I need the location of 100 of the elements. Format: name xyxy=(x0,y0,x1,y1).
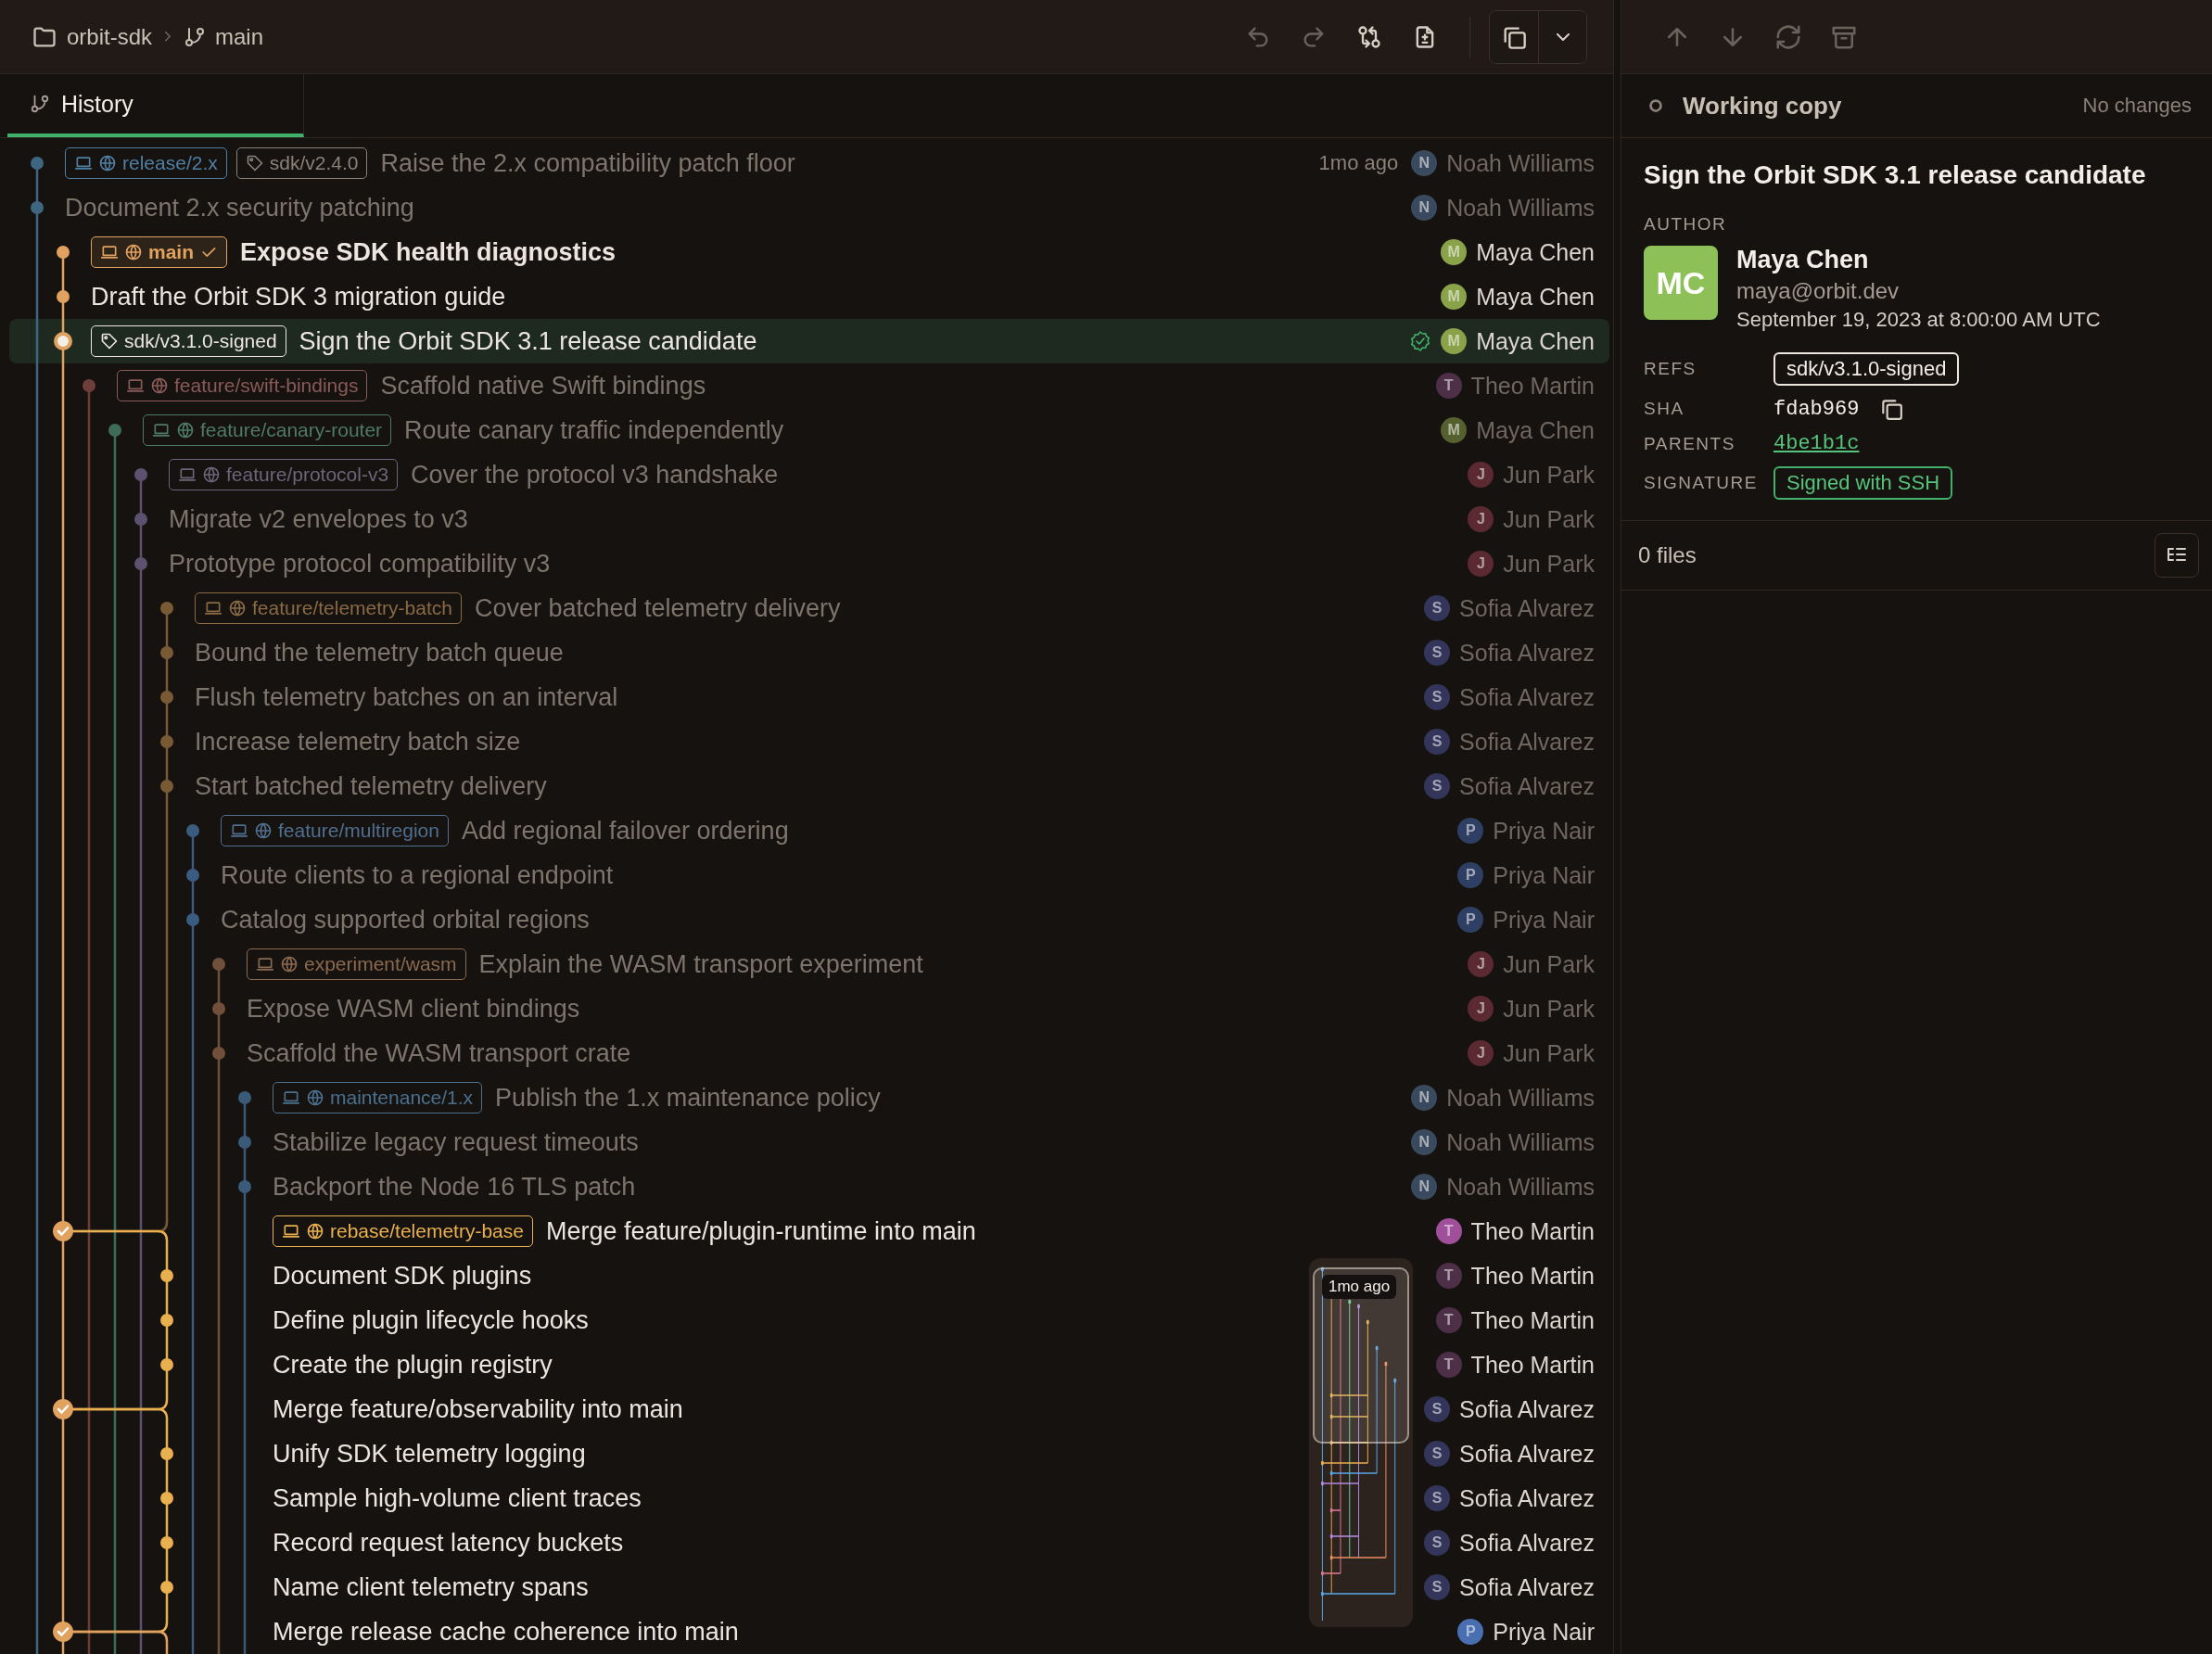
author-name: Sofia Alvarez xyxy=(1459,1484,1595,1512)
globe-icon xyxy=(306,1088,324,1107)
parent-link[interactable]: 4be1b1c xyxy=(1773,432,1860,455)
author-avatar: S xyxy=(1424,1396,1451,1422)
branch-label[interactable]: feature/telemetry-batch xyxy=(195,592,462,624)
laptop-icon xyxy=(282,1088,300,1107)
commit-message: Document 2.x security patching xyxy=(65,193,414,223)
globe-icon xyxy=(254,821,273,840)
author-name: Priya Nair xyxy=(1493,861,1595,889)
laptop-icon xyxy=(178,465,197,484)
tree-view-button[interactable] xyxy=(2155,533,2199,578)
branch-label[interactable]: feature/canary-router xyxy=(143,414,392,446)
author-name: Maya Chen xyxy=(1476,327,1595,355)
commit-message: Catalog supported orbital regions xyxy=(221,905,590,935)
tag-icon xyxy=(100,332,119,350)
tag-label[interactable]: sdk/v3.1.0-signed xyxy=(91,325,286,357)
author-name: Jun Park xyxy=(1503,505,1595,533)
refresh-icon xyxy=(1774,22,1802,51)
author-avatar: S xyxy=(1424,729,1451,755)
author-name: Priya Nair xyxy=(1493,906,1595,934)
commit-message: Cover the protocol v3 handshake xyxy=(411,460,779,490)
author-name: Maya Chen xyxy=(1736,246,1870,274)
field-label: SIGNATURE xyxy=(1644,473,1759,493)
chevron-right-icon xyxy=(165,32,172,42)
working-copy-status: No changes xyxy=(2082,94,2192,118)
author-avatar: M xyxy=(1441,328,1468,354)
author-email: maya@orbit.dev xyxy=(1736,278,1901,304)
branch-label[interactable]: experiment/wasm xyxy=(247,948,466,980)
author-name: Theo Martin xyxy=(1470,1306,1595,1334)
repository-breadcrumb[interactable]: orbit-sdk xyxy=(32,23,153,50)
commit-message: Name client telemetry spans xyxy=(273,1572,589,1602)
author-avatar: J xyxy=(1468,951,1494,977)
author-name: Sofia Alvarez xyxy=(1459,772,1595,800)
author-avatar: J xyxy=(1468,996,1494,1022)
author-name: Maya Chen xyxy=(1476,238,1595,266)
copy-button[interactable] xyxy=(1879,397,1904,421)
minimap-panel[interactable]: 1mo ago xyxy=(1309,1258,1413,1627)
author-avatar: S xyxy=(1424,773,1451,799)
author-name: Noah Williams xyxy=(1446,1173,1595,1201)
commit-message: Merge release cache coherence into main xyxy=(273,1617,739,1647)
commit-message: Document SDK plugins xyxy=(273,1261,532,1291)
author-name: Sofia Alvarez xyxy=(1459,1395,1595,1423)
history-tab[interactable]: History xyxy=(7,74,304,137)
tag-label[interactable]: sdk/v3.1.0-signed xyxy=(1773,352,1960,386)
commit-message: Record request latency buckets xyxy=(273,1528,624,1558)
branch-label[interactable]: feature/multiregion xyxy=(221,815,449,846)
author-avatar: S xyxy=(1424,1441,1451,1467)
author-name: Theo Martin xyxy=(1470,1262,1595,1290)
author-avatar: S xyxy=(1424,1485,1451,1511)
branch-label[interactable]: main xyxy=(91,236,227,268)
author-name: Maya Chen xyxy=(1476,416,1595,444)
globe-icon xyxy=(124,243,143,261)
commit-message: Add regional failover ordering xyxy=(461,816,789,846)
author-name: Theo Martin xyxy=(1470,372,1595,400)
author-avatar: T xyxy=(1435,1352,1462,1378)
author-name: Noah Williams xyxy=(1446,1128,1595,1156)
selected-commit-row[interactable]: sdk/v3.1.0-signed Sign the Orbit SDK 3.1 release candidate M Maya Chen xyxy=(9,319,1609,363)
author-name: Sofia Alvarez xyxy=(1459,1529,1595,1557)
working-copy-label[interactable]: Working copy xyxy=(1683,91,1842,121)
branch-label[interactable]: release/2.x xyxy=(65,147,227,179)
commit-message: Increase telemetry batch size xyxy=(195,727,521,757)
commit-message: Route clients to a regional endpoint xyxy=(221,860,614,890)
author-name: Maya Chen xyxy=(1476,283,1595,311)
globe-icon xyxy=(176,421,195,439)
author-avatar: P xyxy=(1457,907,1484,933)
author-name: Sofia Alvarez xyxy=(1459,639,1595,667)
author-avatar: T xyxy=(1435,1218,1462,1244)
laptop-icon xyxy=(74,154,93,172)
tag-label[interactable]: sdk/v2.4.0 xyxy=(235,147,368,179)
author-name: Sofia Alvarez xyxy=(1459,683,1595,711)
branch-label[interactable]: maintenance/1.x xyxy=(273,1082,483,1113)
author-name: Noah Williams xyxy=(1446,1084,1595,1112)
author-name: Noah Williams xyxy=(1446,149,1595,177)
commit-message: Stabilize legacy request timeouts xyxy=(273,1127,639,1157)
commit-message: Publish the 1.x maintenance policy xyxy=(495,1083,881,1113)
author-avatar: MC xyxy=(1644,246,1718,320)
file-count: 0 files xyxy=(1638,542,1697,568)
branch-icon xyxy=(30,94,50,114)
globe-icon xyxy=(306,1222,324,1240)
commit-message: Scaffold the WASM transport crate xyxy=(247,1038,631,1068)
author-avatar: S xyxy=(1424,1530,1451,1556)
minimap-tooltip: 1mo ago xyxy=(1322,1275,1397,1299)
commit-message: Prototype protocol compatibility v3 xyxy=(169,549,551,579)
author-avatar: T xyxy=(1435,1307,1462,1333)
globe-icon xyxy=(202,465,221,484)
commit-message: Cover batched telemetry delivery xyxy=(474,593,841,623)
author-name: Priya Nair xyxy=(1493,817,1595,845)
minimap-viewport[interactable] xyxy=(1313,1267,1409,1444)
author-avatar: M xyxy=(1441,284,1468,310)
branch-label[interactable]: rebase/telemetry-base xyxy=(273,1215,533,1247)
commit-message: Flush telemetry batches on an interval xyxy=(195,682,618,712)
author-name: Priya Nair xyxy=(1493,1618,1595,1646)
copy-icon xyxy=(1879,397,1904,421)
globe-icon xyxy=(98,154,117,172)
author-avatar: M xyxy=(1441,417,1468,443)
author-avatar: S xyxy=(1424,684,1451,710)
commit-title: Sign the Orbit SDK 3.1 release candidate xyxy=(1644,160,2147,190)
author-name: Jun Park xyxy=(1503,461,1595,489)
branch-breadcrumb[interactable]: main xyxy=(184,23,264,50)
author-avatar: P xyxy=(1457,1619,1484,1645)
